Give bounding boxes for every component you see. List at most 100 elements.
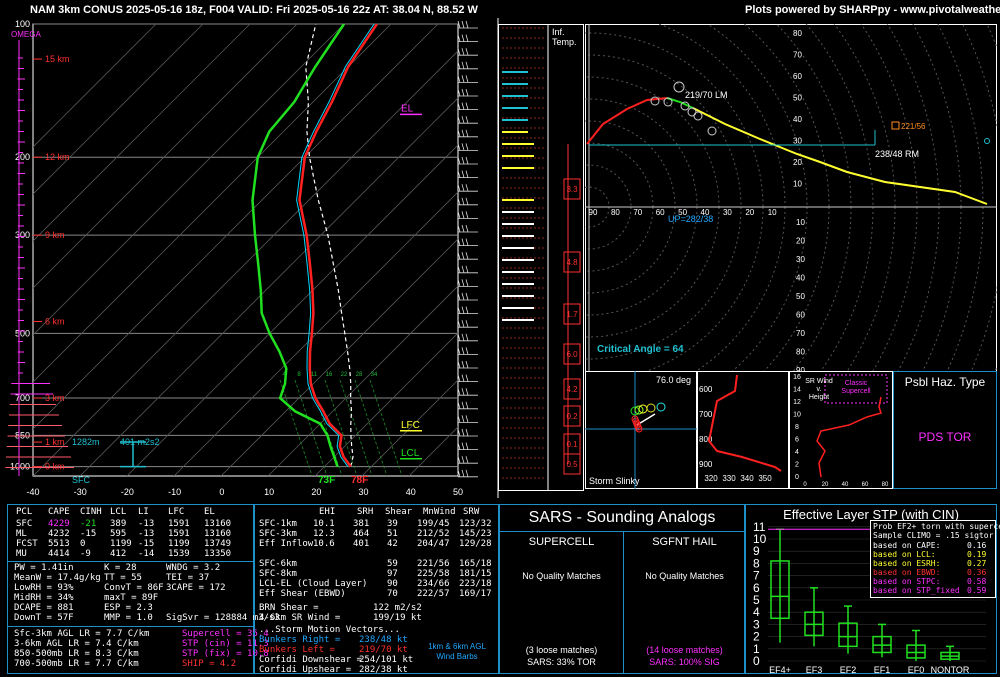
mixing-tick: 34 [371, 372, 378, 378]
thermo-index: LowRH = 93% [14, 583, 74, 593]
hodo-trace-upper [692, 107, 988, 205]
sars-title: SARS - Sounding Analogs [528, 509, 716, 526]
hodo-xtick: 70 [633, 208, 642, 217]
kin-header: EHI [319, 507, 336, 517]
isotherm [33, 24, 298, 289]
stp-prob-label: based on STPC: [873, 577, 941, 586]
parcel-cell: 1199 [168, 539, 190, 549]
storm-vector-value: 219/70 kt [359, 645, 408, 655]
parcel-header: LI [138, 507, 149, 517]
wind-barb-flag [461, 170, 465, 178]
srwind-xtick: 0 [803, 482, 807, 488]
kin-header: MnWind [423, 507, 456, 517]
stp-category: NONTOR [931, 665, 970, 673]
wind-barb-flag [465, 442, 469, 450]
thermo-index: maxT = 89F [104, 593, 159, 603]
wind-barbs-inset: 1km & 6km AGLWind Barbs [428, 642, 486, 661]
storm-slinky: 76.0 deg Storm Slinky [585, 371, 697, 489]
kin-cell: SFC-6km [259, 559, 297, 569]
kin-cell: 181/15 [459, 569, 492, 579]
srwind-title: v. [817, 386, 822, 393]
kin-cell: 12.3 [313, 529, 335, 539]
hodo-ytick: 20 [793, 158, 802, 167]
parcel-cell: -9 [80, 549, 91, 559]
sars-supercell-loose: (3 loose matches) [525, 645, 598, 655]
wind-barb-flag [461, 48, 465, 56]
parcel-cell: 4229 [48, 519, 70, 529]
hodo-ytick-neg: 20 [796, 237, 805, 246]
parcel-cell: 4414 [48, 549, 70, 559]
parcel-cell: 595 [110, 529, 127, 539]
srwind-htick: 2 [795, 462, 799, 469]
height-label: 6 km [45, 316, 65, 326]
temp-tick: -10 [168, 487, 181, 497]
wind-barb-flag [465, 333, 469, 341]
hazard-title: Psbl Haz. Type [904, 375, 986, 389]
parcel-cell: 1591 [168, 529, 190, 539]
wind-barb-flag [465, 20, 469, 29]
srwind-htick: 8 [795, 424, 799, 431]
srwind-title: Height [809, 394, 829, 401]
kin-cell: SFC-3km [259, 529, 297, 539]
parcel-cell: -13 [138, 529, 155, 539]
sars-hail-pct: SARS: 100% SIG [649, 657, 720, 667]
sars-panel: SARS - Sounding Analogs SUPERCELL SGFNT … [499, 504, 745, 674]
temp-tick: 0 [219, 487, 224, 497]
kin-cell: SFC-8km [259, 569, 297, 579]
parcel-header: CINH [80, 507, 102, 517]
wind-barb-flag [461, 252, 465, 260]
parcel-cell: FCST [16, 539, 38, 549]
temp-tick: 10 [264, 487, 274, 497]
thermo-index: DownT = 57F [14, 613, 74, 623]
wind-barb-flag [465, 252, 469, 260]
inf-temp-value: 0.2 [566, 412, 578, 421]
temp-tick: 30 [359, 487, 369, 497]
storm-vector-label: Bunkers Left = [259, 645, 335, 655]
isotherm [33, 24, 204, 195]
wind-barb-flag [461, 306, 465, 314]
thermo-index: MeanW = 17.4g/kg [14, 573, 101, 583]
stp-ytick: 0 [753, 654, 760, 668]
stp-category: EF4+ [769, 665, 791, 673]
srwind-htick: 16 [793, 374, 801, 381]
kin-cell: 199/45 [417, 519, 450, 529]
wind-barb-flag [465, 374, 469, 382]
wind-barb-flag [461, 265, 465, 273]
stp-prob-value: 0.27 [967, 559, 987, 568]
wind-barb-flag [461, 238, 465, 246]
srwind-trace [816, 396, 882, 478]
hodo-xtick: 10 [768, 208, 777, 217]
kin-cell: 381 [353, 519, 370, 529]
wind-barb-flag [465, 129, 469, 137]
parcel-header: LFC [168, 507, 185, 517]
thermo-index: MidRH = 34% [14, 593, 74, 603]
kin-header: SRW [463, 507, 480, 517]
stp-prob-value: 0.58 [967, 577, 987, 586]
wind-barb-flag [465, 75, 469, 83]
wind-barb-flag [465, 102, 469, 110]
parcel-cell: 1199 [110, 539, 132, 549]
stp-climo: Sample CLIMO = .15 sigtor [873, 531, 994, 540]
hodo-ring [886, 24, 940, 372]
hodo-xtick: 80 [611, 208, 620, 217]
thetae-ptick: 700 [699, 410, 713, 419]
hodo-ytick-neg: 60 [796, 311, 805, 320]
pressure-tick: 700 [15, 393, 30, 403]
parcel-header: CAPE [48, 507, 70, 517]
wind-barb-flag [465, 116, 469, 124]
wind-barb-flag [461, 347, 465, 355]
lapse-rate: 850-500mb LR = 8.3 C/km [14, 649, 139, 659]
stp-prob-value: 0.19 [967, 550, 987, 559]
isotherm [126, 144, 458, 476]
parcel-cell: -15 [138, 539, 155, 549]
thermo-panel: PCL CAPE CINH LCL LI LFC EL SFC 4229 -21 389 -13 159… [7, 504, 280, 674]
srwind-title: SR Wind [805, 378, 833, 385]
srwind-htick: 10 [793, 412, 801, 419]
wind-barb-flag [465, 347, 469, 355]
kin-cell: 10.6 [313, 539, 335, 549]
srwind-label: Classic [845, 380, 868, 387]
thetae-ttick: 330 [722, 474, 736, 483]
temp-tick: 20 [311, 487, 321, 497]
credit-text: Plots powered by SHARPpy - www.pivotalwe… [745, 4, 1000, 16]
mixing-line [279, 379, 313, 477]
